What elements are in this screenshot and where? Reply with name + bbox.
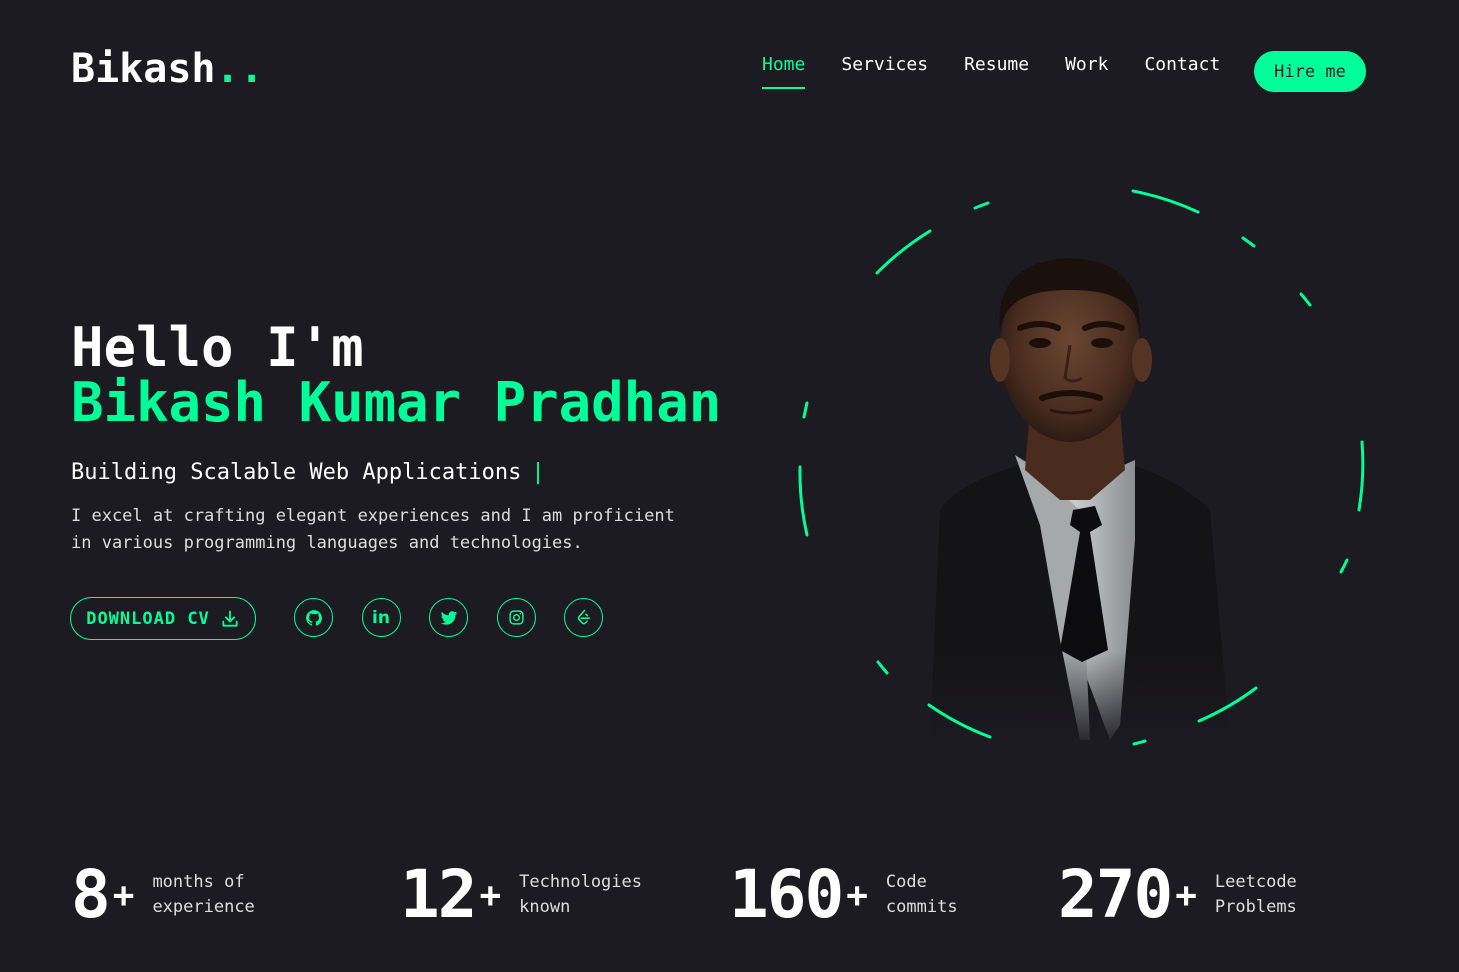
stat-label-line: Code	[885, 872, 927, 892]
main-nav: Home Services Resume Work Contact	[762, 50, 1256, 89]
nav-work[interactable]: Work	[1065, 50, 1108, 86]
stat-plus: +	[846, 874, 868, 916]
nav-resume[interactable]: Resume	[964, 50, 1029, 86]
stat-label: Leetcode Problems	[1215, 870, 1355, 920]
logo-dots: ..	[215, 46, 264, 92]
stat-plus: +	[1175, 874, 1197, 916]
page: Bikash.. Home Services Resume Work Conta…	[0, 0, 1459, 972]
tagline-text: Building Scalable Web Applications	[71, 460, 522, 485]
twitter-icon	[440, 610, 457, 625]
nav-services[interactable]: Services	[841, 50, 928, 86]
instagram-link[interactable]	[496, 598, 536, 637]
greeting: Hello I'm	[71, 316, 364, 379]
nav-contact[interactable]: Contact	[1144, 50, 1220, 86]
profile-photo-area	[790, 180, 1380, 760]
stat-number: 160	[729, 856, 844, 933]
instagram-icon	[508, 610, 524, 625]
stat-technologies: 12 + Technologies known	[400, 858, 659, 932]
leetcode-icon	[577, 609, 590, 625]
hero-name: Bikash Kumar Pradhan	[71, 371, 722, 434]
stat-label-line: known	[519, 897, 571, 917]
logo-text: Bikash	[71, 46, 216, 92]
stat-label-line: months of	[152, 872, 245, 892]
stat-label-line: commits	[885, 897, 958, 917]
download-icon	[222, 610, 238, 627]
hire-me-button[interactable]: Hire me	[1254, 51, 1366, 92]
typing-cursor: |	[531, 460, 545, 485]
stat-label: Technologies known	[519, 870, 659, 920]
tagline: Building Scalable Web Applications |	[71, 458, 545, 488]
download-cv-button[interactable]: DOWNLOAD CV	[70, 597, 256, 640]
nav-home[interactable]: Home	[762, 50, 806, 89]
stat-label: months of experience	[152, 870, 292, 920]
stat-label: Code commits	[886, 870, 1026, 920]
logo[interactable]: Bikash..	[71, 46, 264, 92]
description-line: I excel at crafting elegant experiences …	[71, 506, 675, 526]
linkedin-icon: in	[372, 607, 390, 628]
profile-photo	[798, 189, 1365, 750]
description-line: in various programming languages and tec…	[71, 533, 583, 553]
hero-description: I excel at crafting elegant experiences …	[71, 503, 731, 557]
github-icon	[305, 609, 322, 626]
stat-commits: 160 + Code commits	[729, 858, 1026, 932]
download-cv-label: DOWNLOAD CV	[86, 608, 210, 629]
stat-label-line: Leetcode	[1214, 872, 1297, 892]
stat-experience: 8 + months of experience	[71, 858, 292, 932]
github-link[interactable]	[294, 598, 333, 637]
stat-label-line: Technologies	[519, 872, 642, 892]
stat-number: 8	[71, 856, 111, 933]
stat-number: 270	[1058, 856, 1173, 933]
stat-plus: +	[479, 874, 502, 916]
linkedin-link[interactable]: in	[361, 598, 401, 637]
stat-plus: +	[112, 874, 135, 916]
stat-label-line: experience	[152, 897, 255, 917]
stat-label-line: Problems	[1214, 897, 1297, 917]
stat-leetcode: 270 + Leetcode Problems	[1058, 858, 1355, 932]
twitter-link[interactable]	[429, 598, 468, 637]
social-links: in	[294, 598, 632, 637]
stat-number: 12	[400, 856, 477, 933]
leetcode-link[interactable]	[564, 598, 603, 637]
